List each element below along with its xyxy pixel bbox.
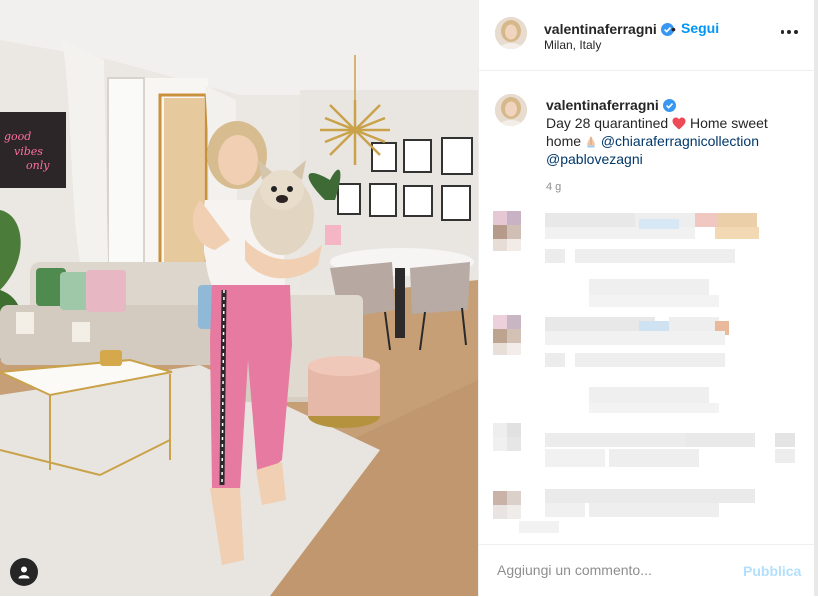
- censored-pixel-block: [507, 329, 521, 343]
- user-tag-button[interactable]: [10, 558, 38, 586]
- censored-pixel-block: [589, 503, 719, 517]
- censored-pixel-block: [507, 239, 521, 251]
- author-username-text[interactable]: valentinaferragni: [544, 21, 657, 37]
- neon-word-2: vibes: [14, 145, 43, 158]
- caption-avatar[interactable]: [495, 94, 527, 126]
- post-header: valentinaferragni • Segui Milan, Italy: [479, 0, 815, 71]
- neon-word-1: good: [4, 130, 31, 143]
- censored-pixel-block: [493, 423, 507, 437]
- avatar-image: [495, 94, 527, 126]
- follow-button[interactable]: Segui: [681, 20, 719, 36]
- post-side-panel: valentinaferragni • Segui Milan, Italy v…: [478, 0, 815, 596]
- heart-emoji-icon: [672, 117, 686, 130]
- author-username[interactable]: valentinaferragni: [544, 21, 674, 37]
- censored-pixel-block: [493, 491, 507, 505]
- censored-pixel-block: [493, 211, 507, 225]
- censored-pixel-block: [545, 433, 685, 447]
- censored-pixel-block: [685, 433, 755, 447]
- scrollbar-track[interactable]: [814, 0, 818, 596]
- post-timestamp[interactable]: 4 g: [546, 181, 561, 193]
- censored-pixel-block: [545, 331, 725, 345]
- censored-pixel-block: [545, 353, 565, 367]
- author-avatar[interactable]: [495, 17, 527, 49]
- censored-pixel-block: [493, 343, 507, 355]
- censored-pixel-block: [589, 403, 719, 413]
- censored-pixel-block: [493, 239, 507, 251]
- censored-pixel-block: [639, 219, 679, 229]
- censored-pixel-block: [507, 423, 521, 437]
- censored-pixel-block: [775, 433, 795, 447]
- censored-pixel-block: [519, 521, 559, 533]
- censored-pixel-block: [493, 329, 507, 343]
- living-room-photo: good vibes only: [0, 0, 478, 596]
- censored-pixel-block: [507, 437, 521, 451]
- censored-pixel-block: [545, 489, 755, 503]
- censored-pixel-block: [717, 213, 757, 227]
- censored-pixel-block: [545, 449, 605, 467]
- censored-pixel-block: [507, 225, 521, 239]
- censored-pixel-block: [695, 213, 717, 227]
- censored-pixel-block: [507, 491, 521, 505]
- censored-pixel-block: [493, 315, 507, 329]
- censored-pixel-block: [507, 315, 521, 329]
- more-options-button[interactable]: [779, 22, 799, 42]
- comment-input[interactable]: [495, 561, 729, 579]
- instagram-post-modal: good vibes only valentinaferragni • Segu…: [0, 0, 818, 596]
- censored-pixel-block: [589, 387, 709, 403]
- censored-pixel-block: [493, 225, 507, 239]
- praying-hands-emoji-icon: [586, 136, 595, 148]
- censored-pixel-block: [507, 211, 521, 225]
- censored-pixel-block: [589, 279, 709, 295]
- censored-pixel-block: [493, 505, 507, 519]
- more-dot: [793, 30, 798, 34]
- censored-pixel-block: [575, 249, 735, 263]
- censored-pixel-block: [507, 505, 521, 519]
- publish-button[interactable]: Pubblica: [743, 563, 801, 579]
- censored-pixel-block: [545, 213, 635, 227]
- post-photo[interactable]: good vibes only: [0, 0, 478, 596]
- censored-pixel-block: [669, 317, 719, 331]
- avatar-image: [495, 17, 527, 49]
- separator-dot: •: [671, 21, 676, 37]
- comment-bar: Pubblica: [479, 544, 815, 597]
- censored-pixel-block: [493, 437, 507, 451]
- mention-link[interactable]: @chiaraferragnicollection: [601, 133, 759, 149]
- censored-pixel-block: [507, 343, 521, 355]
- censored-pixel-block: [639, 321, 669, 331]
- verified-badge-icon: [662, 99, 676, 112]
- more-options-icon: [780, 30, 785, 34]
- censored-pixel-block: [545, 503, 585, 517]
- more-dot: [787, 30, 791, 34]
- neon-word-3: only: [26, 159, 50, 172]
- caption-username[interactable]: valentinaferragni: [546, 97, 659, 113]
- censored-pixel-block: [775, 449, 795, 463]
- mention-link[interactable]: @pablovezagni: [546, 151, 643, 167]
- censored-pixel-block: [575, 353, 725, 367]
- caption-body-start: Day 28 quarantined: [546, 115, 669, 131]
- censored-pixel-block: [609, 449, 699, 467]
- censored-pixel-block: [589, 295, 719, 307]
- censored-comments: [479, 205, 815, 540]
- censored-pixel-block: [545, 249, 565, 263]
- post-location[interactable]: Milan, Italy: [544, 38, 601, 52]
- caption-text: valentinaferragni Day 28 quarantined Hom…: [546, 96, 801, 168]
- user-tag-icon: [18, 566, 30, 579]
- censored-pixel-block: [715, 227, 759, 239]
